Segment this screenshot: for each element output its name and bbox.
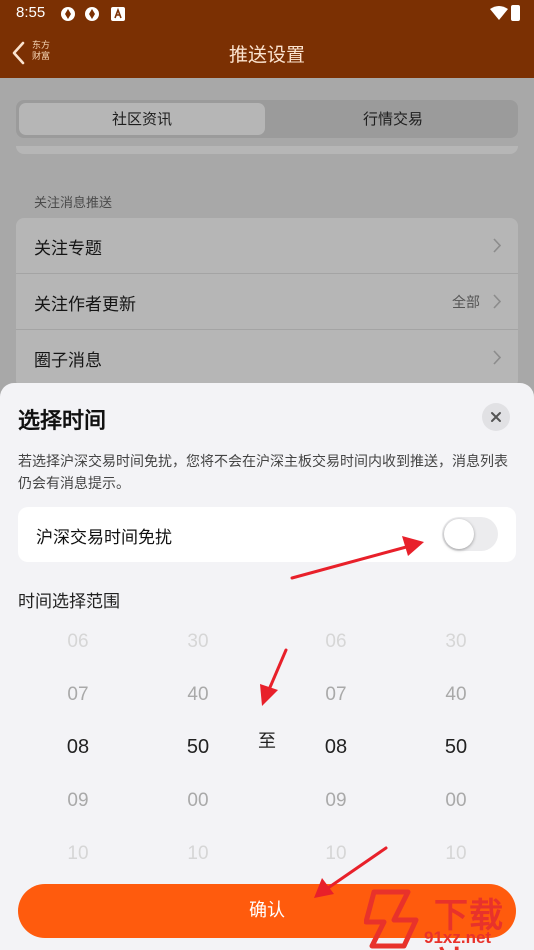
- picker-item: 09: [67, 790, 89, 811]
- picker-item: 10: [67, 843, 89, 864]
- chevron-right-icon: [493, 294, 502, 309]
- app-notification-icon: [85, 7, 99, 21]
- picker-item: 06: [325, 631, 347, 652]
- sheet-description: 若选择沪深交易时间免扰，您将不会在沪深主板交易时间内收到推送，消息列表仍会有消息…: [18, 454, 508, 492]
- list-item-label: 关注作者更新: [34, 295, 136, 315]
- list-item-circle-messages[interactable]: 圈子消息: [16, 330, 518, 386]
- card-edge: [16, 146, 518, 154]
- picker-item: 10: [325, 843, 347, 864]
- picker-item: 06: [67, 631, 89, 652]
- status-bar: 8:55: [0, 0, 534, 28]
- font-a-icon: [111, 7, 125, 21]
- end-minute-wheel[interactable]: 30 40 50 00 10: [416, 615, 496, 880]
- page-title: 推送设置: [228, 44, 305, 66]
- quiet-hours-toggle[interactable]: [442, 517, 498, 551]
- tab-market[interactable]: 行情交易: [270, 103, 516, 135]
- picker-item: 07: [325, 684, 347, 705]
- chevron-right-icon: [493, 238, 502, 253]
- range-label: 时间选择范围: [18, 592, 120, 612]
- picker-item: 10: [445, 843, 467, 864]
- picker-item: 07: [67, 684, 89, 705]
- list-item-value: 全部: [452, 295, 480, 311]
- picker-item-selected: 08: [66, 736, 90, 758]
- sheet-title: 选择时间: [18, 409, 107, 434]
- picker-item: 40: [445, 684, 467, 705]
- picker-item: 09: [325, 790, 347, 811]
- picker-item: 00: [445, 790, 467, 811]
- toggle-label: 沪深交易时间免扰: [36, 528, 172, 548]
- picker-item: 30: [445, 631, 467, 652]
- picker-item-selected: 50: [444, 736, 468, 758]
- list-item-label: 圈子消息: [34, 351, 102, 371]
- picker-item-selected: 08: [324, 736, 348, 758]
- picker-item: 00: [187, 790, 209, 811]
- start-hour-wheel[interactable]: 06 07 08 09 10: [38, 615, 118, 880]
- close-button[interactable]: [482, 403, 510, 431]
- app-notification-icon: [61, 7, 75, 21]
- section-label: 关注消息推送: [34, 196, 113, 211]
- close-icon: [491, 412, 501, 422]
- list-item-label: 关注专题: [34, 239, 102, 259]
- toggle-knob: [444, 519, 474, 549]
- end-hour-wheel[interactable]: 06 07 08 09 10: [296, 615, 376, 880]
- time-range-picker: 06 07 08 09 10 30 40 50 00 10 至 06 07 08…: [0, 615, 534, 865]
- watermark-logo-icon: [364, 889, 419, 949]
- watermark-domain: 91xz.net: [424, 928, 492, 947]
- picker-item: 30: [187, 631, 209, 652]
- start-minute-wheel[interactable]: 30 40 50 00 10: [158, 615, 238, 880]
- tab-switcher: 社区资讯 行情交易: [16, 100, 518, 138]
- list-item-topics[interactable]: 关注专题: [16, 218, 518, 274]
- tab-community[interactable]: 社区资讯: [19, 103, 265, 135]
- wifi-icon: [490, 6, 508, 20]
- range-separator: 至: [258, 731, 276, 752]
- watermark: 下载站 91xz.net: [364, 886, 534, 950]
- picker-item-selected: 50: [186, 736, 210, 758]
- battery-icon: [511, 5, 520, 21]
- list-item-author-updates[interactable]: 关注作者更新 全部: [16, 274, 518, 330]
- status-time: 8:55: [16, 4, 46, 21]
- quiet-hours-card: 沪深交易时间免扰: [18, 507, 516, 562]
- picker-item: 10: [187, 843, 209, 864]
- nav-bar: 东方财富 推送设置: [0, 28, 534, 78]
- follow-list: 关注专题 关注作者更新 全部 圈子消息: [16, 218, 518, 388]
- picker-item: 40: [187, 684, 209, 705]
- chevron-right-icon: [493, 350, 502, 365]
- time-select-sheet: 选择时间 若选择沪深交易时间免扰，您将不会在沪深主板交易时间内收到推送，消息列表…: [0, 383, 534, 950]
